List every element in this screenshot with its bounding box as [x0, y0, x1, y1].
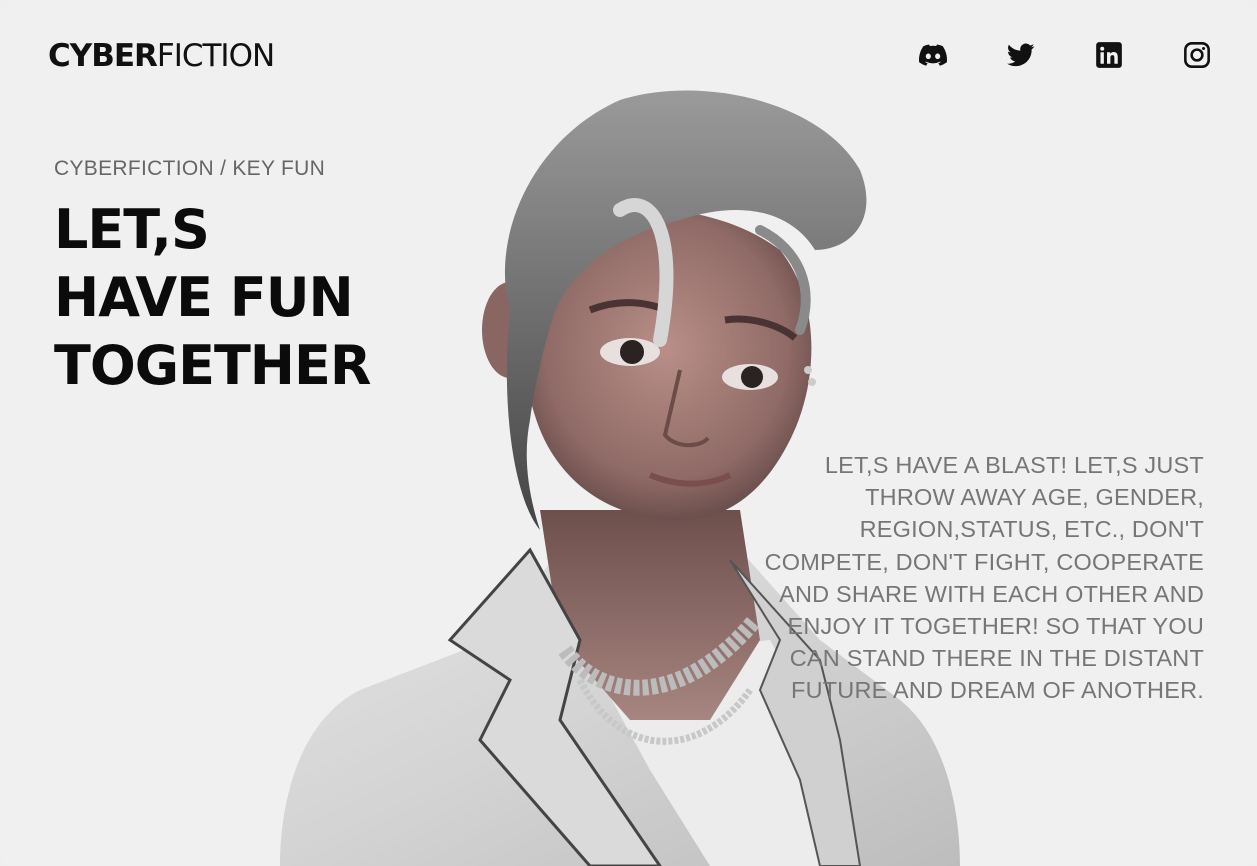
instagram-link[interactable]	[1183, 36, 1211, 74]
twitter-icon	[1007, 43, 1035, 67]
linkedin-link[interactable]	[1095, 36, 1123, 74]
discord-icon	[919, 44, 947, 66]
headline-line-1: LET,S	[54, 198, 210, 261]
brand-logo-light: FICTION	[156, 38, 275, 74]
social-links	[859, 36, 1211, 74]
hero-description: LET,S HAVE A BLAST! LET,S JUST THROW AWA…	[764, 452, 1204, 704]
breadcrumb: CYBERFICTION / KEY FUN	[54, 157, 326, 180]
brand-logo[interactable]: CYBERFICTION	[48, 38, 275, 74]
headline-line-3: TOGETHER	[54, 334, 371, 397]
discord-link[interactable]	[919, 36, 947, 74]
linkedin-icon	[1096, 42, 1122, 68]
headline-line-2: HAVE FUN	[54, 266, 354, 329]
twitter-link[interactable]	[1007, 36, 1035, 74]
instagram-icon	[1184, 42, 1210, 68]
page-title: LET,S HAVE FUN TOGETHER	[54, 196, 371, 400]
page-frame: CYBERFICTION CYBERFICTION / KEY FUN LET,…	[0, 0, 1257, 866]
brand-logo-bold: CYBER	[48, 38, 158, 74]
